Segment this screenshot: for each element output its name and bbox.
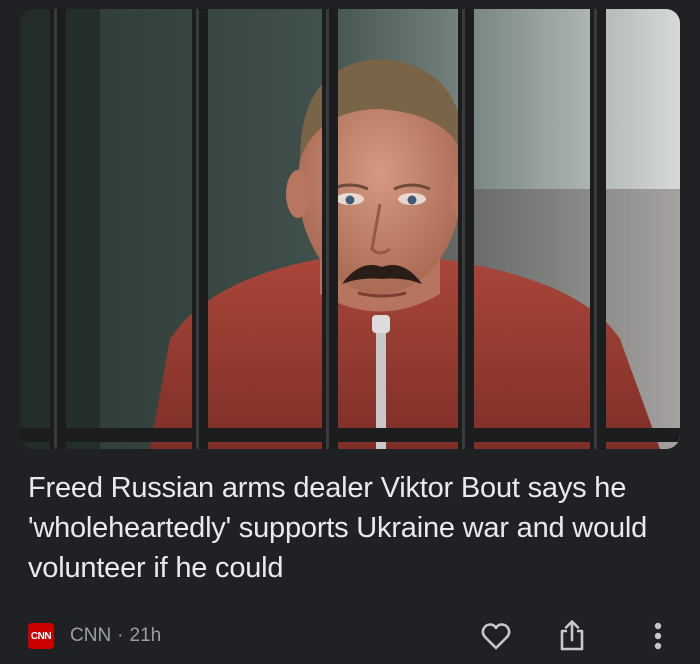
article-age: 21h — [129, 625, 162, 646]
source-name[interactable]: CNN — [70, 625, 111, 647]
more-options-button[interactable] — [640, 618, 676, 654]
news-card[interactable]: Freed Russian arms dealer Viktor Bout sa… — [0, 0, 700, 664]
like-button[interactable] — [478, 618, 514, 654]
meta-separator: · — [117, 625, 124, 646]
share-button[interactable] — [554, 617, 590, 653]
source-logo: CNN — [28, 623, 54, 649]
article-image[interactable] — [20, 9, 680, 449]
heart-outline-icon — [481, 623, 511, 650]
more-vertical-icon — [654, 622, 662, 650]
prisoner-photo — [20, 9, 680, 449]
article-headline[interactable]: Freed Russian arms dealer Viktor Bout sa… — [28, 468, 678, 588]
share-icon — [560, 620, 584, 651]
article-meta: CNN CNN · 21h — [28, 618, 161, 654]
